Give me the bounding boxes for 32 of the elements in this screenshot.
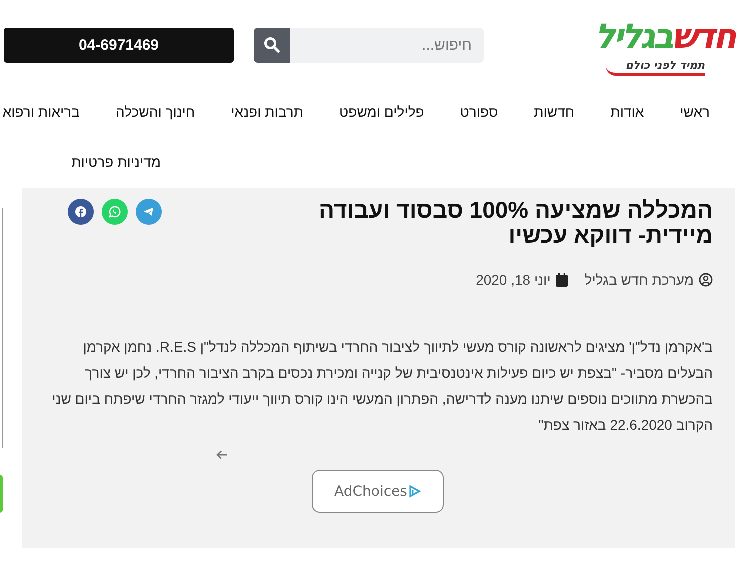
logo-text: בגליל [595,16,672,56]
user-icon [699,273,713,287]
logo-text: חדש [672,16,735,56]
search-button[interactable] [254,28,290,62]
nav-link[interactable]: תרבות ופנאי [231,104,304,134]
facebook-share-button[interactable] [68,199,94,225]
side-tab[interactable] [0,475,3,513]
telegram-icon [143,206,155,218]
logo[interactable]: חדשבגליל תמיד לפני כולם [510,14,735,76]
whatsapp-icon [109,206,121,218]
post-date: יוני 18, 2020 [476,272,551,288]
nav-link[interactable]: ראשי [680,104,710,134]
search-field[interactable]: חיפוש... [290,28,484,62]
arrow-left-icon[interactable] [216,450,228,460]
calendar-icon [556,273,568,287]
nav-link[interactable]: ספורט [460,104,498,134]
search-icon [264,37,280,53]
nav-link[interactable]: אודות [610,104,644,134]
article-title: המכללה שמציעה 100% סבסוד ועבודה מיידית- דווקא עכשיו [318,198,713,248]
adchoices-icon [409,485,422,498]
nav-link[interactable]: בריאות ורפוא [2,104,80,134]
telegram-share-button[interactable] [136,199,162,225]
facebook-icon [75,206,87,218]
nav-link[interactable]: חינוך והשכלה [116,104,196,134]
nav-link[interactable]: פלילים ומשפט [340,104,424,134]
phone-button[interactable]: 04-6971469 [4,28,234,62]
article-paragraph: ב'אקרמן נדל"ן' מציגים לראשונה קורס מעשי לתיווך לציבור החרדי בשיתוף המכללה לנדל"ן R.E.S. נחמן אקרמן הבעלים מסביר- "בצפת יש כיום פעילות אינטנסיבית של קנייה ומכירת נכסים בקרב הציבור החרדי, לכן יש צורך בהכשרת מתווכים נוספים שיתנו מענה לדרישה, הפתרון המעשי הינו קורס תיווך ייעודי למגזר החרדי שיפתח ביום שני הקרוב 22.6.2020 באזור צפת" [51,338,713,435]
nav-link[interactable]: מדיניות פרטיות [72,154,161,184]
author-name: מערכת חדש בגליל [584,272,694,288]
nav-link[interactable]: חדשות [534,104,575,134]
logo-tagline: תמיד לפני כולם [606,58,705,76]
adchoices-button[interactable]: AdChoices [312,470,444,513]
